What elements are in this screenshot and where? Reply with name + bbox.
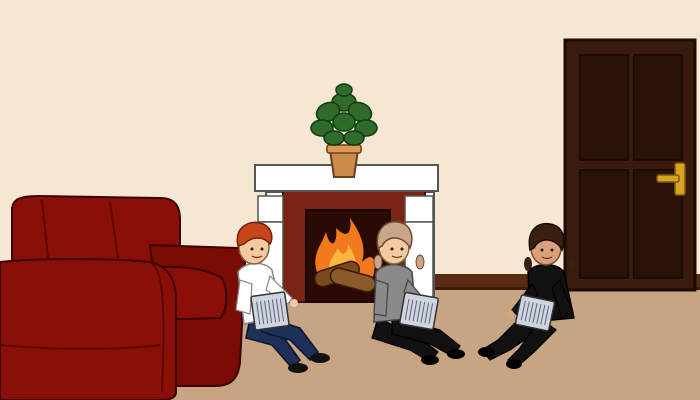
- tablet-icon[interactable]: [250, 291, 290, 331]
- tablet-icon[interactable]: [514, 294, 556, 332]
- door-icon[interactable]: [563, 38, 697, 292]
- living-room-scene: [0, 0, 700, 400]
- tablet-icon[interactable]: [399, 291, 439, 331]
